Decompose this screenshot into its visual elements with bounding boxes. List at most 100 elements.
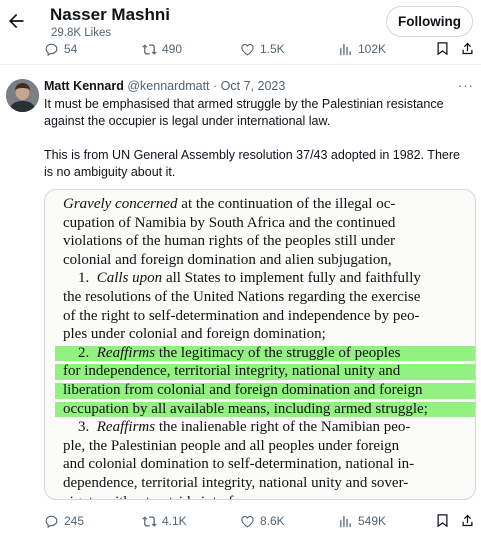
tweet-actions: 245 4.1K 8.6K 549K bbox=[0, 511, 481, 531]
document-phrase: all States to implement fully and faithf… bbox=[162, 270, 421, 287]
heart-icon bbox=[241, 43, 254, 55]
tweet-text-line: It must be emphasised that armed struggl… bbox=[44, 97, 444, 111]
share-icon[interactable] bbox=[460, 513, 475, 528]
views-button[interactable]: 549K bbox=[338, 511, 386, 531]
document-phrase: dependence, territorial integrity, natio… bbox=[63, 474, 409, 491]
paragraph-number: 1. bbox=[63, 270, 97, 287]
previous-tweet-actions: 54 490 1.5K 102K bbox=[0, 39, 481, 59]
document-phrase: the legitimacy of the struggle of people… bbox=[155, 344, 401, 361]
tweet-date[interactable]: Oct 7, 2023 bbox=[221, 79, 286, 93]
paragraph-number: 2. bbox=[63, 344, 97, 361]
author-handle[interactable]: @kennardmatt bbox=[127, 79, 209, 93]
document-italic-phrase: Gravely concerned bbox=[63, 196, 178, 212]
document-line-text: and colonial domination to self-determin… bbox=[63, 456, 414, 472]
paragraph-number: 3. bbox=[63, 419, 97, 436]
document-line: cupation of Namibia by South Africa and … bbox=[63, 214, 467, 233]
reply-count: 245 bbox=[64, 513, 85, 528]
reply-button[interactable]: 245 bbox=[44, 511, 84, 531]
document-line: 1. Calls upon all States to implement fu… bbox=[63, 269, 467, 288]
document-line-text: liberation from colonial and foreign dom… bbox=[63, 382, 422, 398]
document-line: the resolutions of the United Nations re… bbox=[63, 288, 467, 307]
tweet-text-line: against the occupier is legal under inte… bbox=[44, 114, 331, 128]
highlighted-document-line: for independence, territorial integrity,… bbox=[55, 362, 475, 381]
like-button[interactable]: 1.5K bbox=[240, 39, 285, 59]
document-phrase: and colonial domination to self-determin… bbox=[63, 456, 415, 473]
document-line-text: 1. Calls upon all States to implement fu… bbox=[63, 270, 421, 286]
document-italic-phrase: Reaffirms bbox=[96, 344, 156, 361]
document-phrase: ples under colonial and foreign dominati… bbox=[63, 326, 326, 343]
following-button[interactable]: Following bbox=[386, 6, 473, 37]
reply-icon bbox=[45, 515, 58, 528]
views-count: 102K bbox=[358, 41, 387, 56]
document-line: Gravely concerned at the continuation of… bbox=[63, 195, 467, 214]
document-phrase: at the continuation of the illegal oc- bbox=[177, 196, 396, 212]
reply-button[interactable]: 54 bbox=[44, 39, 77, 59]
back-arrow-icon[interactable] bbox=[6, 11, 26, 31]
document-line-text: cupation of Namibia by South Africa and … bbox=[63, 215, 395, 231]
document-line-text: occupation by all available means, inclu… bbox=[63, 401, 428, 417]
highlighted-document-line: occupation by all available means, inclu… bbox=[55, 400, 475, 419]
document-line: dependence, territorial integrity, natio… bbox=[63, 474, 467, 493]
document-line: of the right to self-determination and i… bbox=[63, 307, 467, 326]
document-phrase: the inalienable right of the Namibian pe… bbox=[155, 419, 411, 436]
views-chart-icon bbox=[340, 43, 351, 55]
tweet-image[interactable]: Gravely concerned at the continuation of… bbox=[44, 189, 476, 500]
date-separator: · bbox=[213, 79, 218, 93]
reply-count: 54 bbox=[64, 41, 78, 56]
tweet-text-line: is no ambiguity about it. bbox=[44, 165, 176, 179]
heart-icon bbox=[241, 515, 254, 527]
document-line: ple, the Palestinian people and all peop… bbox=[63, 437, 467, 456]
views-chart-icon bbox=[340, 515, 351, 527]
like-count: 8.6K bbox=[260, 513, 285, 528]
highlighted-document-line: liberation from colonial and foreign dom… bbox=[55, 381, 475, 400]
document-line-text: for independence, territorial integrity,… bbox=[63, 363, 400, 379]
document-line-text: Gravely concerned at the continuation of… bbox=[63, 196, 395, 212]
header-name: Nasser Mashni bbox=[50, 5, 170, 24]
bookmark-icon[interactable] bbox=[435, 513, 450, 528]
document-line-text: the resolutions of the United Nations re… bbox=[63, 289, 420, 305]
resolution-document-text: Gravely concerned at the continuation of… bbox=[55, 195, 475, 500]
document-phrase: liberation from colonial and foreign dom… bbox=[63, 381, 423, 398]
views-button[interactable]: 102K bbox=[338, 39, 386, 59]
document-line-text: 2. Reaffirms the legitimacy of the strug… bbox=[63, 345, 400, 361]
document-phrase: colonial and foreign domination and alie… bbox=[63, 251, 392, 268]
document-line-text: ples under colonial and foreign dominati… bbox=[63, 326, 326, 342]
document-phrase: for independence, territorial integrity,… bbox=[63, 363, 401, 380]
document-phrase: ple, the Palestinian people and all peop… bbox=[63, 437, 400, 454]
document-phrase: occupation by all available means, inclu… bbox=[63, 400, 428, 417]
author-avatar[interactable] bbox=[6, 79, 39, 112]
tweet-text-paragraph-2: This is from UN General Assembly resolut… bbox=[44, 147, 476, 181]
tweet-text-paragraph-1: It must be emphasised that armed struggl… bbox=[44, 96, 476, 130]
document-italic-phrase: Calls upon bbox=[96, 270, 163, 287]
document-line-text: ple, the Palestinian people and all peop… bbox=[63, 438, 399, 454]
share-icon[interactable] bbox=[460, 41, 475, 56]
views-count: 549K bbox=[358, 513, 387, 528]
document-line: colonial and foreign domination and alie… bbox=[63, 251, 467, 270]
reply-icon bbox=[45, 43, 58, 56]
repost-count: 4.1K bbox=[162, 513, 187, 528]
like-count: 1.5K bbox=[260, 41, 285, 56]
author-name[interactable]: Matt Kennard bbox=[44, 79, 124, 93]
document-line: ples under colonial and foreign dominati… bbox=[63, 325, 467, 344]
document-line-text: dependence, territorial integrity, natio… bbox=[63, 475, 408, 491]
more-options-icon[interactable]: ··· bbox=[458, 78, 474, 93]
bookmark-icon[interactable] bbox=[435, 41, 450, 56]
document-line-text: 3. Reaffirms the inalienable right of th… bbox=[63, 419, 410, 435]
highlighted-document-line: 2. Reaffirms the legitimacy of the strug… bbox=[55, 344, 475, 363]
document-line: 3. Reaffirms the inalienable right of th… bbox=[63, 418, 467, 437]
document-italic-phrase: Reaffirms bbox=[96, 419, 156, 436]
document-line-text: of the right to self-determination and i… bbox=[63, 308, 420, 324]
like-button[interactable]: 8.6K bbox=[240, 511, 285, 531]
repost-icon bbox=[142, 43, 157, 55]
tweet-author-line: Matt Kennard @kennardmatt · Oct 7, 2023 bbox=[44, 79, 285, 94]
avatar-photo-icon bbox=[6, 79, 39, 112]
document-line: eignty without outside interference; bbox=[63, 493, 467, 500]
profile-header: Nasser Mashni 29.8K Likes Following bbox=[0, 0, 481, 44]
document-line-text: eignty without outside interference; bbox=[63, 494, 277, 500]
document-phrase: violations of the human rights of the pe… bbox=[63, 233, 396, 250]
document-line: violations of the human rights of the pe… bbox=[63, 232, 467, 251]
repost-button[interactable]: 490 bbox=[142, 39, 182, 59]
document-line-text: violations of the human rights of the pe… bbox=[63, 233, 395, 249]
tweet-text-line: This is from UN General Assembly resolut… bbox=[44, 148, 460, 162]
repost-button[interactable]: 4.1K bbox=[142, 511, 187, 531]
